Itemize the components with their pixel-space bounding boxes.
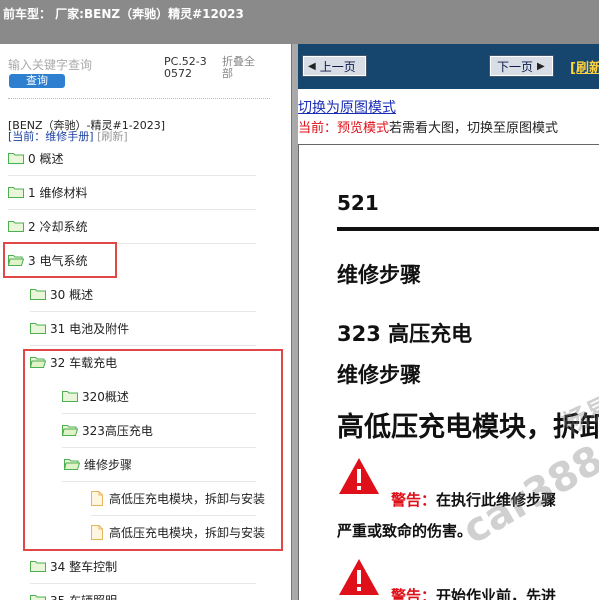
warning-icon	[339, 559, 379, 595]
view-mode-status: 当前：预览模式若需看大图，切换至原图模式	[298, 117, 558, 136]
warning-icon	[339, 458, 379, 494]
tree-item-label: 30 概述	[50, 287, 94, 302]
document-icon	[91, 490, 103, 506]
warning-label: 警告：	[391, 491, 437, 509]
section-heading: 323 高压充电	[337, 322, 473, 346]
document-icon	[91, 524, 103, 540]
tree-item-charging-overview[interactable]: 320概述	[62, 387, 129, 405]
divider	[8, 175, 256, 176]
tree-item-vehicle-lighting[interactable]: 35 车辆照明	[30, 591, 117, 600]
warning-body: 在执行此维修步骤	[436, 491, 557, 509]
tree-item-label: 320概述	[82, 389, 129, 404]
tree-item-label: 34 整车控制	[50, 559, 118, 574]
section-heading: 维修步骤	[337, 263, 421, 287]
document-title: 高低压充电模块，拆卸与安装	[337, 412, 599, 443]
tree-item-document[interactable]: 高低压充电模块，拆卸与安装	[91, 523, 265, 541]
title-bar: 前车型： 厂家:BENZ（奔驰）精灵#12023	[0, 0, 599, 44]
folder-open-icon	[64, 459, 80, 470]
prev-page-label: 上一页	[319, 59, 356, 74]
arrow-right-icon: ▶	[537, 60, 545, 72]
folder-icon	[30, 595, 46, 600]
divider	[30, 583, 256, 584]
folder-icon	[8, 153, 24, 164]
tree-item-label: 维修步骤	[84, 457, 133, 472]
divider	[30, 345, 256, 346]
divider	[8, 209, 256, 210]
warning-continuation: 严重或致命的伤害。	[337, 522, 473, 540]
folder-open-icon	[62, 425, 78, 436]
folder-icon	[8, 187, 24, 198]
folder-icon	[30, 323, 46, 334]
document-viewer: ◀ 上一页 下一页 ▶ [刷新] 切换为原图模式 当前：预览模式若需看大图，切换…	[298, 44, 599, 600]
tree-item-materials[interactable]: 1 维修材料	[8, 183, 87, 201]
tree-item-label: 35 车辆照明	[50, 592, 117, 600]
tree-item-label: 0 概述	[28, 151, 64, 166]
panel-splitter[interactable]	[291, 44, 298, 600]
tree-item-label: 31 电池及附件	[50, 321, 130, 336]
collapse-all-button[interactable]: 折叠全部	[222, 56, 262, 80]
search-button[interactable]: 查询	[9, 74, 65, 88]
tree-item-battery[interactable]: 31 电池及附件	[30, 319, 129, 337]
left-panel: 查询 PC.52-30572 折叠全部 [BENZ（奔驰）-精灵#1-2023]…	[0, 44, 291, 600]
tree-item-electrical-overview[interactable]: 30 概述	[30, 285, 93, 303]
tree-item-label: 1 维修材料	[28, 185, 88, 200]
divider	[62, 413, 256, 414]
next-page-button[interactable]: 下一页 ▶	[489, 55, 554, 77]
tree-item-label: 3 电气系统	[28, 253, 88, 268]
tree-item-label: 2 冷却系统	[28, 219, 88, 234]
divider	[337, 227, 599, 231]
tree-item-label: 32 车载充电	[50, 355, 118, 370]
divider	[91, 515, 256, 516]
warning-text: 警告：在执行此维修步骤	[391, 489, 556, 510]
tree-item-document[interactable]: 高低压充电模块，拆卸与安装	[91, 489, 265, 507]
tree-item-label: 高低压充电模块，拆卸与安装	[109, 491, 266, 506]
warning-body: 开始作业前，先进	[436, 587, 557, 600]
prev-page-button[interactable]: ◀ 上一页	[302, 55, 367, 77]
tree-item-vehicle-control[interactable]: 34 整车控制	[30, 557, 117, 575]
tree-item-onboard-charging[interactable]: 32 车载充电	[30, 353, 117, 371]
warning-text: 警告：开始作业前，先进	[391, 585, 556, 600]
folder-icon	[30, 561, 46, 572]
search-box: 查询	[8, 57, 158, 88]
section-heading: 维修步骤	[337, 363, 421, 387]
highlight-box	[23, 349, 283, 551]
tree-item-overview[interactable]: 0 概述	[8, 149, 63, 167]
tree-item-cooling[interactable]: 2 冷却系统	[8, 217, 87, 235]
tree-item-repair-steps[interactable]: 维修步骤	[64, 455, 132, 473]
divider	[62, 447, 256, 448]
divider	[8, 98, 270, 99]
arrow-left-icon: ◀	[308, 60, 316, 72]
folder-icon	[30, 289, 46, 300]
app-window: 前车型： 厂家:BENZ（奔驰）精灵#12023 查询 PC.52-30572 …	[0, 0, 599, 600]
next-page-label: 下一页	[497, 59, 534, 74]
breadcrumb-refresh-link[interactable]: [刷新]	[97, 130, 128, 143]
tree-item-high-voltage-charging[interactable]: 323高压充电	[62, 421, 153, 439]
folder-icon	[62, 391, 78, 402]
divider	[62, 481, 256, 482]
page-navigation-bar: ◀ 上一页 下一页 ▶ [刷新]	[298, 44, 599, 89]
switch-original-mode-link[interactable]: 切换为原图模式	[298, 97, 396, 117]
page-number: 521	[337, 191, 379, 215]
model-code: PC.52-30572	[164, 55, 207, 80]
breadcrumb: [当前：维修手册] [刷新]	[8, 128, 128, 144]
folder-open-icon	[30, 357, 46, 368]
divider	[8, 243, 256, 244]
warning-label: 警告：	[391, 587, 437, 600]
divider	[30, 311, 256, 312]
current-vehicle-title: 前车型： 厂家:BENZ（奔驰）精灵#12023	[3, 7, 244, 21]
breadcrumb-current: [当前：维修手册]	[8, 130, 94, 143]
tree-item-electrical[interactable]: 3 电气系统	[8, 251, 87, 269]
refresh-link[interactable]: [刷新]	[570, 57, 599, 76]
document-page: 521 维修步骤 323 高压充电 维修步骤 高低压充电模块，拆卸与安装 警告：…	[298, 144, 599, 600]
folder-open-icon	[8, 255, 24, 266]
mode-hint: 若需看大图，切换至原图模式	[389, 121, 559, 136]
folder-icon	[8, 221, 24, 232]
current-mode-label: 当前：预览模式	[298, 121, 390, 136]
tree-item-label: 高低压充电模块，拆卸与安装	[109, 525, 266, 540]
search-input[interactable]	[8, 57, 158, 73]
tree-item-label: 323高压充电	[82, 423, 153, 438]
